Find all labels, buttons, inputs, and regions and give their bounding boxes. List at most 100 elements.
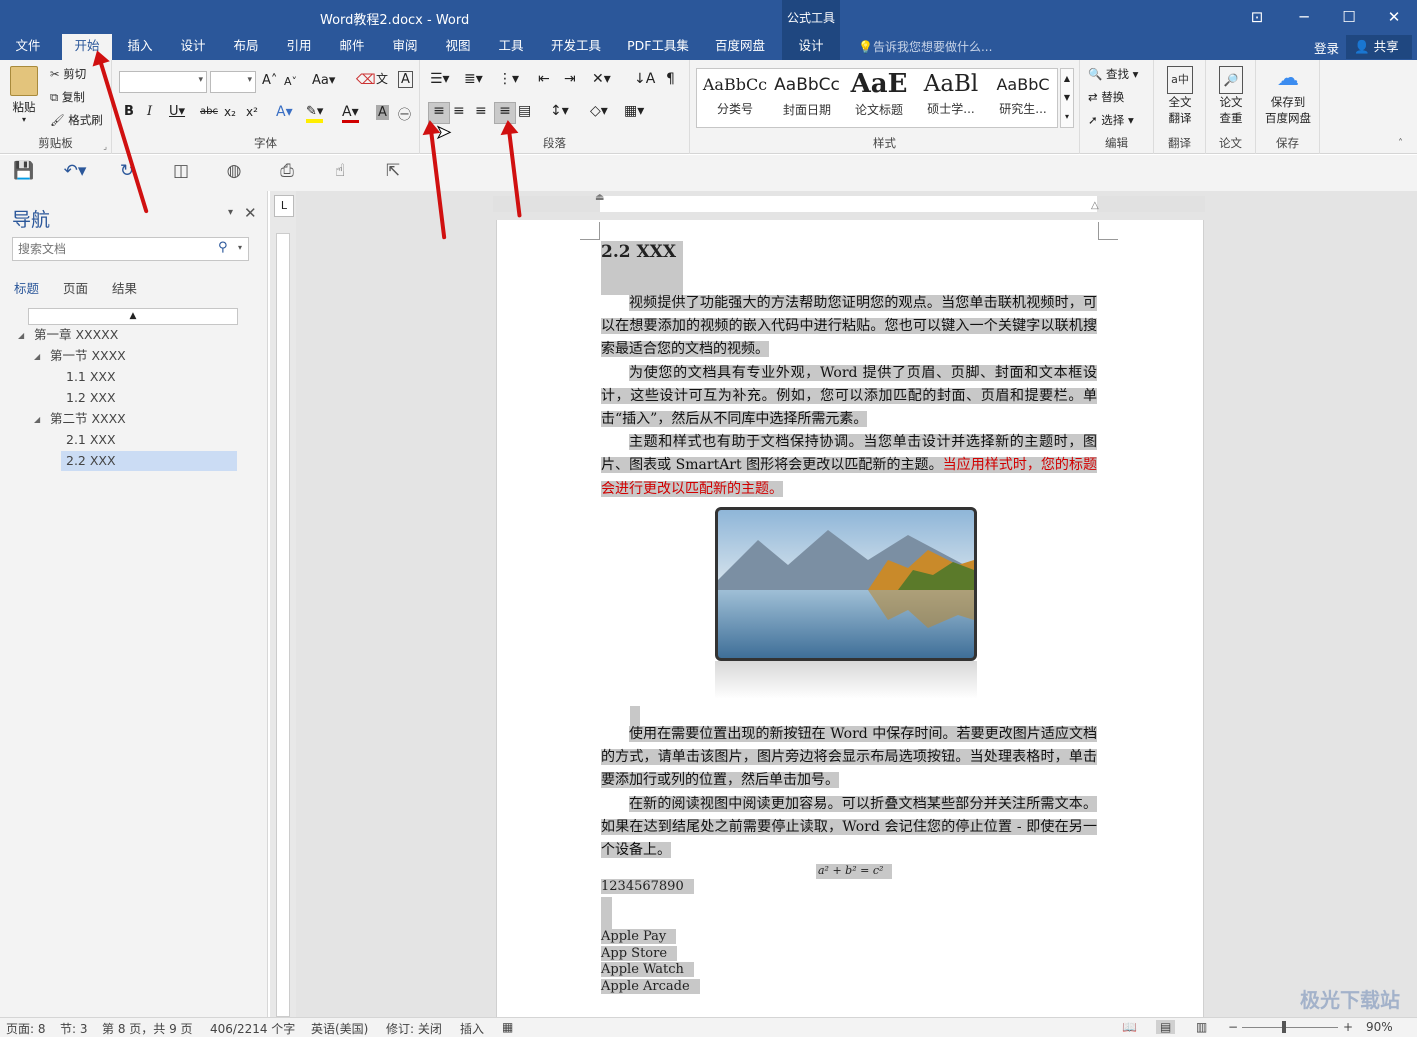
font-color-icon[interactable]: A▾ — [342, 104, 359, 123]
style-item-2[interactable]: AaBbCc 封面日期 — [771, 69, 843, 127]
nav-heading-item-selected[interactable]: 2.2 XXX — [61, 451, 237, 471]
tab-tools[interactable]: 工具 — [488, 34, 534, 60]
line-spacing-icon[interactable]: ↕▾ — [550, 103, 569, 119]
clear-format-icon[interactable]: ⌫ — [356, 72, 376, 88]
nav-heading-item[interactable]: 第二节 XXXX — [50, 409, 230, 429]
style-item-3[interactable]: AaE 论文标题 — [843, 69, 915, 127]
status-language[interactable]: 英语(美国) — [311, 1020, 368, 1037]
shading-icon[interactable]: ◇▾ — [590, 103, 608, 119]
enclose-char-icon[interactable]: ㊀ — [398, 104, 411, 123]
app-list[interactable]: Apple Pay App Store Apple Watch Apple Ar… — [601, 929, 700, 995]
zoom-thumb[interactable] — [1282, 1021, 1286, 1033]
paste-button[interactable]: 粘贴 ▾ — [6, 66, 42, 124]
save-to-netdisk-button[interactable]: ☁ 保存到 百度网盘 — [1260, 66, 1316, 126]
borders-icon[interactable]: ▦▾ — [624, 103, 644, 119]
side-by-side-icon[interactable]: ◫ — [166, 161, 196, 181]
font-size-combo[interactable] — [210, 71, 256, 93]
chinese-layout-icon[interactable]: ✕▾ — [592, 71, 611, 87]
align-right-icon[interactable]: ≡ — [475, 103, 487, 119]
close-icon[interactable]: ✕ — [244, 204, 257, 222]
numbering-icon[interactable]: ≣▾ — [464, 71, 483, 87]
indent-marker-icon[interactable]: ⏏ — [595, 192, 604, 203]
scroll-up-button[interactable]: ▲ — [28, 308, 238, 325]
export-icon[interactable]: ⇱ — [378, 161, 408, 181]
char-shading-icon[interactable]: A — [376, 105, 389, 120]
select-button[interactable]: ➚ 选择 ▾ — [1088, 112, 1134, 128]
status-insert-mode[interactable]: 插入 — [460, 1020, 484, 1037]
nav-heading-item[interactable]: 1.1 XXX — [61, 367, 237, 387]
tab-results[interactable]: 结果 — [112, 278, 137, 297]
change-case-icon[interactable]: Aa▾ — [312, 73, 335, 88]
zoom-level[interactable]: 90% — [1366, 1020, 1393, 1034]
nav-heading-item[interactable]: 2.1 XXX — [61, 430, 237, 450]
shrink-font-icon[interactable]: A˅ — [284, 75, 297, 88]
zoom-in-icon[interactable]: + — [1343, 1020, 1353, 1034]
tab-view[interactable]: 视图 — [435, 34, 481, 60]
full-text-translate-button[interactable]: a中 全文 翻译 — [1162, 66, 1198, 126]
nav-heading-item[interactable]: 第一节 XXXX — [50, 346, 230, 366]
distributed-icon[interactable]: ▤ — [518, 103, 531, 119]
nav-heading-item[interactable]: 第一章 XXXXX — [34, 325, 234, 345]
multilevel-list-icon[interactable]: ⋮▾ — [498, 71, 519, 87]
highlight-icon[interactable]: ✎▾ — [306, 104, 324, 123]
dialog-launcher-icon[interactable]: ⌟ — [103, 142, 107, 151]
plagiarism-check-button[interactable]: 🔎 论文 查重 — [1213, 66, 1249, 126]
landscape-picture[interactable] — [715, 507, 977, 661]
status-page[interactable]: 页面: 8 — [6, 1020, 46, 1037]
text-effects-icon[interactable]: A▾ — [276, 104, 293, 120]
number-line[interactable]: 1234567890 — [601, 879, 694, 894]
styles-scroll[interactable]: ▲ ▼ ▾ — [1060, 68, 1074, 128]
chevron-down-icon[interactable]: ▾ — [238, 243, 242, 252]
grow-font-icon[interactable]: A˄ — [262, 73, 277, 88]
zoom-out-icon[interactable]: − — [1228, 1020, 1238, 1034]
right-indent-marker-icon[interactable]: △ — [1091, 200, 1099, 211]
collapse-ribbon-icon[interactable]: ˄ — [1398, 138, 1403, 149]
status-pages[interactable]: 第 8 页，共 9 页 — [102, 1020, 193, 1037]
underline-icon[interactable]: U▾ — [169, 104, 185, 119]
style-item-5[interactable]: AaBbC 研究生... — [987, 69, 1059, 127]
collapse-icon[interactable]: ◢ — [34, 352, 40, 361]
tab-selector-button[interactable]: L — [274, 195, 294, 217]
doc-heading[interactable]: 2.2 XXX — [601, 241, 683, 295]
nav-heading-item[interactable]: 1.2 XXX — [61, 388, 237, 408]
tab-pdf-tools[interactable]: PDF工具集 — [620, 34, 696, 60]
print-preview-icon[interactable]: ⎙ — [272, 161, 302, 181]
login-link[interactable]: 登录 — [1314, 38, 1339, 57]
undo-icon[interactable]: ↶▾ — [60, 161, 90, 181]
zoom-slider[interactable] — [1242, 1027, 1338, 1028]
status-words[interactable]: 406/2214 个字 — [210, 1020, 295, 1037]
touch-mode-icon[interactable]: ☝ — [325, 161, 355, 181]
nav-options-icon[interactable]: ▾ — [228, 207, 233, 218]
tab-pages[interactable]: 页面 — [63, 278, 88, 297]
tell-me-box[interactable]: 💡告诉我您想要做什么... — [858, 38, 992, 55]
decrease-indent-icon[interactable]: ⇤ — [538, 71, 550, 87]
char-border-icon[interactable]: A — [398, 71, 413, 88]
close-window-icon[interactable]: ✕ — [1380, 6, 1408, 28]
tab-developer[interactable]: 开发工具 — [541, 34, 611, 60]
superscript-icon[interactable]: x² — [246, 105, 258, 119]
status-track-changes[interactable]: 修订: 关闭 — [386, 1020, 442, 1037]
italic-icon[interactable]: I — [147, 104, 152, 119]
tab-layout[interactable]: 布局 — [223, 34, 269, 60]
cut-button[interactable]: ✂ 剪切 — [50, 66, 86, 82]
bold-icon[interactable]: B — [124, 104, 134, 119]
doc-body[interactable]: 视频提供了功能强大的方法帮助您证明您的观点。当您单击联机视频时，可以在想要添加的… — [601, 292, 1098, 501]
tab-design[interactable]: 设计 — [170, 34, 216, 60]
tab-mailings[interactable]: 邮件 — [329, 34, 375, 60]
style-item-1[interactable]: AaBbCc 分类号 — [699, 69, 771, 127]
phonetic-guide-icon[interactable]: 文 — [376, 70, 388, 87]
subscript-icon[interactable]: x₂ — [224, 105, 236, 119]
tab-baidu-netdisk[interactable]: 百度网盘 — [705, 34, 775, 60]
save-icon[interactable]: 💾 — [9, 161, 39, 181]
align-center-icon[interactable]: ≡ — [453, 103, 465, 119]
font-name-combo[interactable] — [119, 71, 207, 93]
tab-headings[interactable]: 标题 — [14, 278, 39, 297]
equation[interactable]: a² + b² = c² — [816, 864, 892, 879]
show-marks-icon[interactable]: ¶ — [666, 71, 675, 87]
increase-indent-icon[interactable]: ⇥ — [564, 71, 576, 87]
macro-icon[interactable]: ▦ — [502, 1020, 513, 1034]
tab-equation-design[interactable]: 设计 — [782, 34, 840, 60]
tab-review[interactable]: 审阅 — [382, 34, 428, 60]
minimize-icon[interactable]: ─ — [1290, 6, 1318, 28]
tab-file[interactable]: 文件 — [4, 34, 52, 60]
